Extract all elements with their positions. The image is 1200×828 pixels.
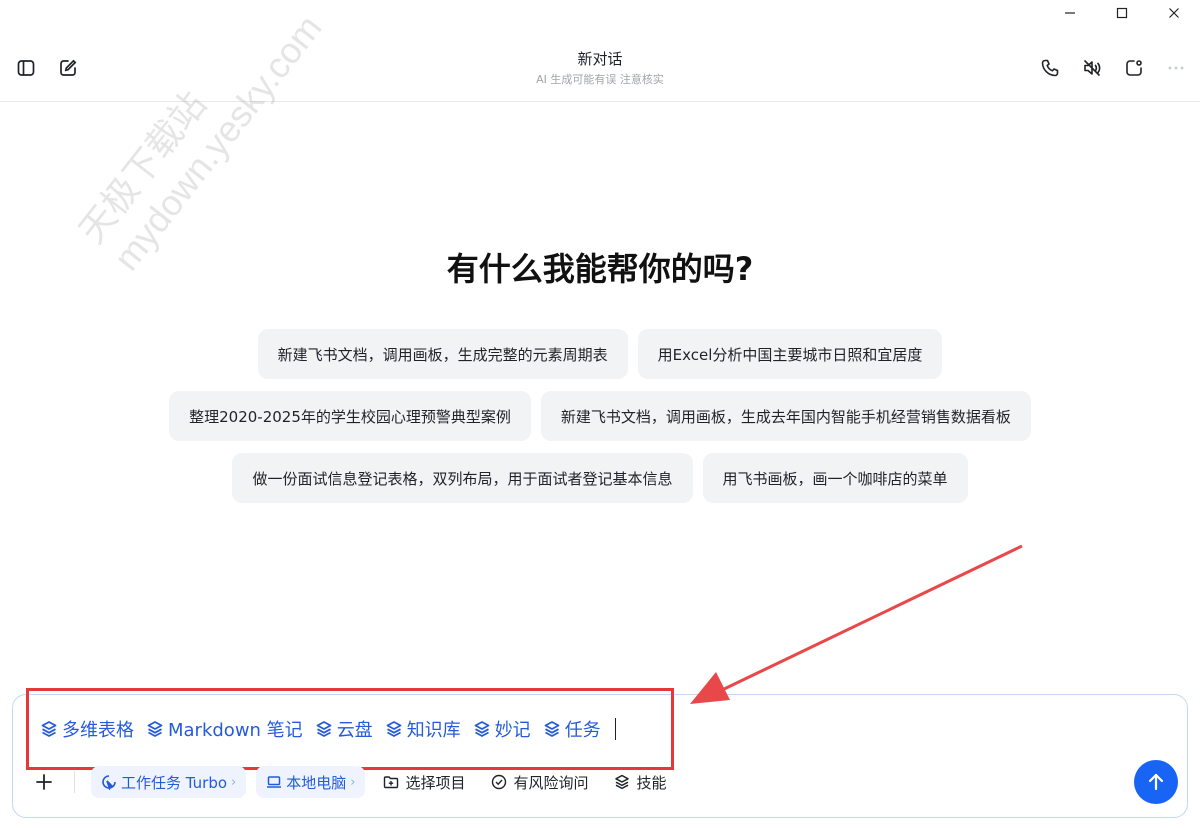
- folder-add-icon: [384, 776, 399, 789]
- tag-label: 多维表格: [62, 720, 134, 741]
- suggestion-chip[interactable]: 新建飞书文档，调用画板，生成去年国内智能手机经营销售数据看板: [540, 391, 1031, 441]
- app-window: 新对话 AI 生成可能有误 注意核实 天极下载站 mydown.yesky.co…: [0, 0, 1200, 828]
- layers-icon: [316, 721, 332, 737]
- close-icon[interactable]: [1148, 0, 1200, 26]
- skills-button[interactable]: 技能: [606, 766, 674, 798]
- chat-input-box[interactable]: [12, 694, 1188, 818]
- suggestion-row-3: 做一份面试信息登记表格，双列布局，用于面试者登记基本信息 用飞书画板，画一个咖啡…: [0, 453, 1200, 503]
- mode-selector[interactable]: 工作任务 Turbo ›: [91, 766, 247, 798]
- layers-icon: [615, 774, 630, 790]
- risk-confirm-button[interactable]: 有风险询问: [483, 766, 596, 798]
- laptop-icon: [267, 776, 282, 788]
- phone-call-icon[interactable]: [1036, 54, 1064, 82]
- window-controls: [1044, 0, 1200, 30]
- suggestion-chip[interactable]: 做一份面试信息登记表格，双列布局，用于面试者登记基本信息: [232, 453, 693, 503]
- suggestion-chip[interactable]: 新建飞书文档，调用画板，生成完整的元素周期表: [257, 329, 628, 379]
- device-label: 本地电脑: [286, 773, 347, 792]
- welcome-heading: 有什么我能帮你的吗?: [446, 250, 754, 288]
- suggestion-chip[interactable]: 用Excel分析中国主要城市日照和宜居度: [637, 329, 943, 379]
- tag-label: 云盘: [336, 720, 373, 741]
- tag-markdown[interactable]: Markdown 笔记: [146, 716, 303, 742]
- suggestion-chip[interactable]: 用飞书画板，画一个咖啡店的菜单: [702, 453, 968, 503]
- layers-icon: [41, 721, 57, 737]
- more-options-icon[interactable]: [1162, 54, 1190, 82]
- toolbar-divider: [74, 771, 75, 793]
- layers-icon: [474, 721, 490, 737]
- send-button[interactable]: [1134, 760, 1178, 804]
- task-mode-icon: [102, 775, 116, 790]
- suggestion-chip[interactable]: 整理2020-2025年的学生校园心理预警典型案例: [169, 391, 531, 441]
- mode-label: 工作任务 Turbo: [121, 773, 228, 792]
- tag-label: Markdown 笔记: [168, 720, 303, 741]
- maximize-icon[interactable]: [1096, 0, 1148, 26]
- chat-header: 新对话 AI 生成可能有误 注意核实: [0, 34, 1200, 102]
- tag-label: 任务: [564, 720, 601, 741]
- tag-minutes[interactable]: 妙记: [473, 716, 531, 742]
- input-tag-list[interactable]: 多维表格 Markdown 笔记 云盘 知识库 妙记 任务: [40, 716, 616, 742]
- disclaimer-text: AI 生成可能有误 注意核实: [536, 73, 664, 86]
- new-window-icon[interactable]: [1120, 54, 1148, 82]
- tag-bitable[interactable]: 多维表格: [40, 716, 134, 742]
- tag-cloud-drive[interactable]: 云盘: [315, 716, 373, 742]
- plus-icon: [36, 774, 52, 790]
- speaker-muted-icon[interactable]: [1078, 54, 1106, 82]
- layers-icon: [544, 721, 560, 737]
- input-toolbar: 工作任务 Turbo › 本地电脑 › 选择项目 有风险询问 技能: [30, 766, 675, 798]
- arrow-up-icon: [1148, 773, 1164, 791]
- skill-label: 技能: [636, 773, 667, 792]
- chevron-right-icon: ›: [231, 774, 237, 790]
- suggestion-row-2: 整理2020-2025年的学生校园心理预警典型案例 新建飞书文档，调用画板，生成…: [0, 391, 1200, 441]
- chevron-right-icon: ›: [350, 774, 356, 790]
- minimize-icon[interactable]: [1044, 0, 1096, 26]
- tag-label: 知识库: [406, 720, 461, 741]
- tag-knowledge-base[interactable]: 知识库: [385, 716, 461, 742]
- device-selector[interactable]: 本地电脑 ›: [256, 766, 366, 798]
- suggestion-row-1: 新建飞书文档，调用画板，生成完整的元素周期表 用Excel分析中国主要城市日照和…: [0, 329, 1200, 379]
- tag-label: 妙记: [494, 720, 531, 741]
- page-title: 新对话: [577, 50, 623, 68]
- text-caret: [614, 718, 616, 740]
- project-label: 选择项目: [405, 773, 466, 792]
- layers-icon: [147, 721, 163, 737]
- layers-icon: [386, 721, 402, 737]
- add-attachment-button[interactable]: [30, 768, 58, 796]
- risk-label: 有风险询问: [513, 773, 589, 792]
- tag-tasks[interactable]: 任务: [543, 716, 601, 742]
- select-project-button[interactable]: 选择项目: [375, 766, 473, 798]
- check-circle-icon: [492, 774, 507, 790]
